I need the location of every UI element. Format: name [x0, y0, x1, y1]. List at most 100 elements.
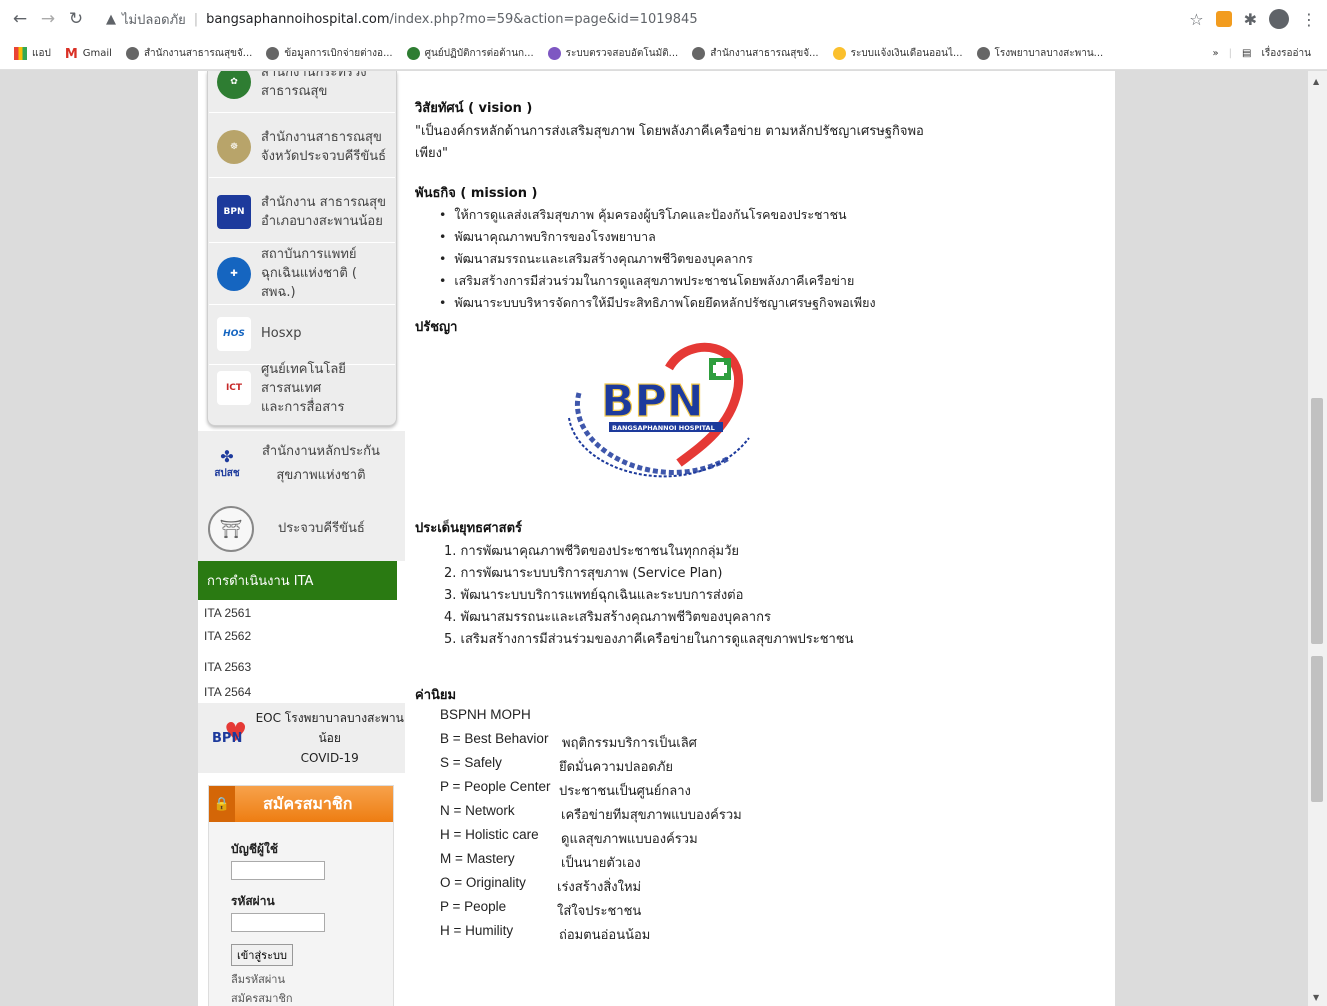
back-arrow-icon[interactable]: ← [6, 5, 34, 33]
link-niem[interactable]: ✚ สถาบันการแพทย์ ฉุกเฉินแห่งชาติ ( สพฉ.) [209, 243, 395, 305]
ita-header: การดำเนินงาน ITA [198, 561, 397, 600]
more-bookmarks-icon[interactable]: » [1213, 48, 1219, 59]
hosxp-logo-icon: HOS [217, 316, 251, 351]
page-viewport: ✿ สำนักงานกระทรวง สาธารณสุข ☸ สำนักงานสา… [0, 71, 1308, 1006]
value-key: M = Mastery [440, 851, 515, 866]
username-label: บัญชีผู้ใช้ [231, 842, 279, 856]
bookmark-item[interactable]: โรงพยาบาลบางสะพาน... [976, 46, 1103, 61]
ita-2561-link[interactable]: ITA 2561 [204, 606, 251, 620]
mission-item: พัฒนาระบบบริหารจัดการให้มีประสิทธิภาพโดย… [439, 293, 875, 313]
shield-icon [406, 47, 420, 60]
login-button[interactable]: เข้าสู่ระบบ [231, 944, 293, 966]
globe-icon [692, 47, 706, 60]
bookmark-item[interactable]: ข้อมูลการเบิกจ่ายต่างอ... [266, 46, 393, 61]
bookmark-divider: | [1228, 48, 1233, 59]
forgot-password-link[interactable]: ลืมรหัสผ่าน [231, 970, 393, 989]
value-key: N = Network [440, 803, 515, 818]
value-key: S = Safely [440, 755, 502, 770]
emblem-icon [547, 47, 561, 60]
member-login-box: 🔒 สมัครสมาชิก บัญชีผู้ใช้ รหัสผ่าน เข้าส… [208, 785, 394, 1006]
ita-2564-link[interactable]: ITA 2564 [204, 685, 251, 699]
vision-heading: วิสัยทัศน์ ( vision ) [415, 101, 533, 116]
value-key: P = People Center [440, 779, 551, 794]
nhso-label: สำนักงานหลักประกัน สุขภาพแห่งชาติ [262, 444, 380, 483]
ita-2563-link[interactable]: ITA 2563 [204, 660, 251, 674]
reading-list-icon[interactable]: ▤ [1242, 48, 1251, 59]
prachuap-label: ประจวบคีรีขันธ์ [278, 521, 365, 536]
globe-icon [266, 47, 280, 60]
page-scrollbar[interactable]: ▲ ▼ [1308, 71, 1327, 1006]
reading-list-label[interactable]: เรื่องรออ่าน [1261, 46, 1311, 61]
extension-icon[interactable] [1215, 11, 1232, 27]
link-ict[interactable]: ICT ศูนย์เทคโนโลยีสารสนเทศ และการสื่อสาร [209, 357, 395, 419]
username-input[interactable] [231, 861, 325, 880]
logo-subtitle: BANGSAPHANNOI HOSPITAL [612, 424, 715, 432]
url-separator: | [193, 11, 199, 27]
mission-item: พัฒนาสมรรถนะและเสริมสร้างคุณภาพชีวิตของบ… [439, 249, 752, 269]
vision-text-line1: "เป็นองค์กรหลักด้านการส่งเสริมสุขภาพ โดย… [415, 124, 924, 139]
moph-seal-icon: ✿ [217, 71, 251, 99]
url-path: /index.php?mo=59&action=page&id=1019845 [389, 11, 698, 27]
bookmark-item[interactable]: ระบบแจ้งเงินเดือนออนไ... [832, 46, 963, 61]
mission-heading: พันธกิจ ( mission ) [415, 186, 538, 201]
link-hosxp[interactable]: HOS Hosxp [209, 303, 395, 365]
security-label: ไม่ปลอดภัย [122, 12, 186, 28]
globe-icon [125, 47, 139, 60]
link-district-health[interactable]: BPN สำนักงาน สาธารณสุข อำเภอบางสะพานน้อย [209, 181, 395, 243]
address-bar[interactable]: ▲ ไม่ปลอดภัย | bangsaphannoihospital.com… [106, 6, 1196, 32]
value-key: O = Originality [440, 875, 526, 890]
value-desc: ยึดมั่นความปลอดภัย [559, 760, 674, 775]
reload-icon[interactable]: ↻ [62, 5, 90, 33]
scroll-thumb-secondary[interactable] [1311, 656, 1323, 802]
value-key: P = People [440, 899, 507, 914]
bookmarks-bar: แอป M Gmail สำนักงานสาธารณสุขจั... ข้อมูล… [0, 38, 1327, 70]
puzzle-icon[interactable]: ✱ [1244, 10, 1257, 29]
logo-text: BPN [601, 376, 704, 427]
bookmark-item[interactable]: ระบบตรวจสอบอัตโนมัติ... [547, 46, 678, 61]
link-moph[interactable]: ✿ สำนักงานกระทรวง สาธารณสุข [209, 71, 395, 113]
profile-avatar-icon[interactable] [1269, 9, 1289, 29]
strategy-item: 5. เสริมสร้างการมีส่วนร่วมของภาคีเครือข่… [444, 632, 854, 647]
bookmark-apps[interactable]: แอป [14, 46, 51, 61]
menu-dots-icon[interactable]: ⋮ [1301, 10, 1317, 29]
main-content: วิสัยทัศน์ ( vision ) "เป็นองค์กรหลักด้า… [415, 71, 1115, 1006]
lock-icon: 🔒 [209, 786, 235, 822]
bookmark-item[interactable]: สำนักงานสาธารณสุขจั... [692, 46, 819, 61]
strategy-item: 4. พัฒนาสมรรถนะและเสริมสร้างคุณภาพชีวิตข… [444, 610, 771, 625]
value-key: B = Best Behavior [440, 731, 549, 746]
eoc-banner[interactable]: ♥ BPN EOC โรงพยาบาลบางสะพานน้อย COVID-19 [198, 703, 405, 773]
register-link[interactable]: สมัครสมาชิก [231, 989, 393, 1006]
value-desc: ดูแลสุขภาพแบบองค์รวม [561, 832, 698, 847]
ita-2562-link[interactable]: ITA 2562 [204, 629, 251, 643]
apps-grid-icon [14, 47, 27, 60]
scroll-thumb[interactable] [1311, 398, 1323, 644]
scroll-down-icon[interactable]: ▼ [1313, 993, 1319, 1002]
password-input[interactable] [231, 913, 325, 932]
value-desc: ใส่ใจประชาชน [557, 904, 642, 919]
link-provincial-health[interactable]: ☸ สำนักงานสาธารณสุข จังหวัดประจวบคีรีขัน… [209, 116, 395, 178]
bookmark-item[interactable]: สำนักงานสาธารณสุขจั... [125, 46, 252, 61]
url-host: bangsaphannoihospital.com [206, 11, 390, 27]
bookmark-gmail[interactable]: M Gmail [64, 47, 112, 62]
strategy-item: 3. พัฒนาระบบบริการแพทย์ฉุกเฉินและระบบการ… [444, 588, 744, 603]
member-title: สมัครสมาชิก [263, 793, 353, 813]
values-title: BSPNH MOPH [440, 707, 531, 722]
nhso-banner[interactable]: ✤ สปสช สำนักงานหลักประกัน สุขภาพแห่งชาติ [198, 431, 405, 497]
globe-icon [976, 47, 990, 60]
scroll-up-icon[interactable]: ▲ [1313, 77, 1319, 86]
bpn-hospital-logo: BPN BANGSAPHANNOI HOSPITAL [568, 342, 750, 478]
ict-logo-icon: ICT [217, 371, 251, 405]
mission-item: ให้การดูแลส่งเสริมสุขภาพ คุ้มครองผู้บริโ… [439, 205, 846, 225]
eoc-label: EOC โรงพยาบาลบางสะพานน้อย COVID-19 [255, 711, 404, 765]
nhso-logo-icon: ✤ สปสช [214, 447, 240, 479]
value-desc: เครือข่ายทีมสุขภาพแบบองค์รวม [561, 808, 742, 823]
forward-arrow-icon[interactable]: → [34, 5, 62, 33]
browser-toolbar: ← → ↻ ▲ ไม่ปลอดภัย | bangsaphannoihospit… [0, 0, 1327, 38]
bookmark-item[interactable]: ศูนย์ปฏิบัติการต่อต้านก... [406, 46, 534, 61]
value-desc: ถ่อมตนอ่อนน้อม [559, 928, 651, 943]
provincial-seal-icon: ☸ [217, 129, 251, 164]
prachuap-banner[interactable]: ⛩ ประจวบคีรีขันธ์ [198, 497, 405, 561]
gmail-icon: M [64, 47, 78, 62]
mission-item: เสริมสร้างการมีส่วนร่วมในการดูแลสุขภาพปร… [439, 271, 854, 291]
star-icon[interactable]: ☆ [1189, 10, 1203, 29]
